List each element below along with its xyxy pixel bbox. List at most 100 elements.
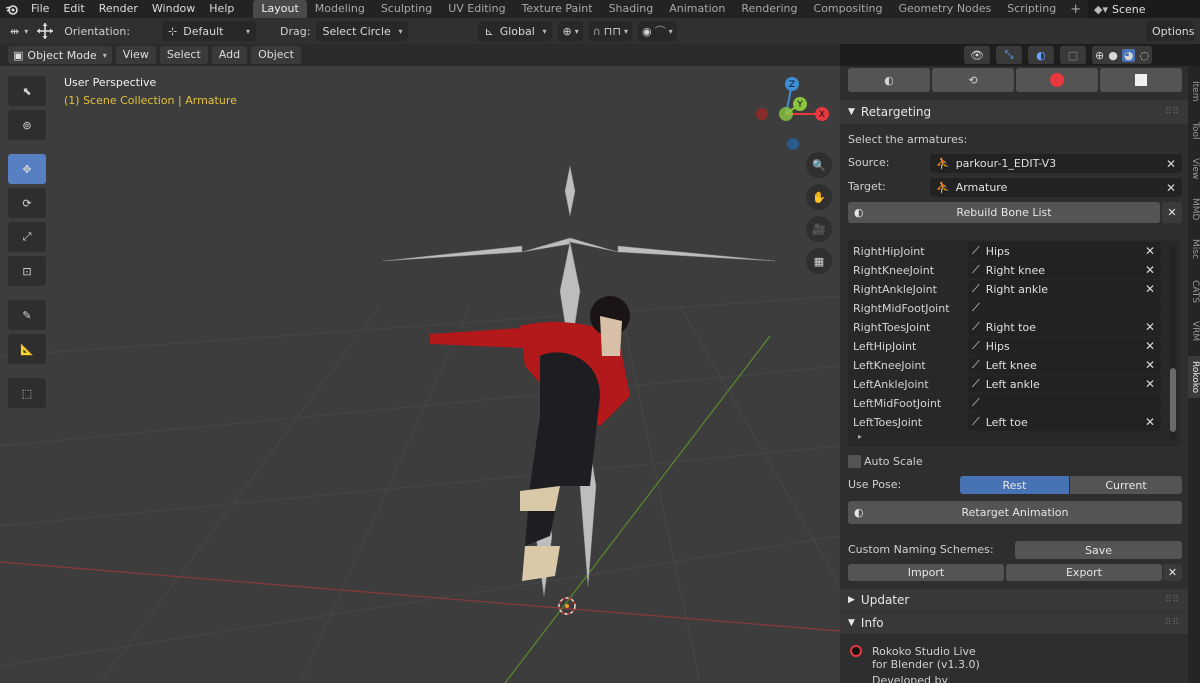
transform-tool-icon[interactable]: ⊡ bbox=[8, 256, 46, 286]
bone-target-field[interactable]: ⟋ bbox=[968, 394, 1161, 412]
menu-help[interactable]: Help bbox=[202, 0, 241, 18]
pose-current-option[interactable]: Current bbox=[1070, 476, 1182, 494]
bone-target-field[interactable]: ⟋ bbox=[968, 299, 1161, 317]
mode-dropdown[interactable]: ▣ Object Mode ▾ bbox=[8, 46, 112, 64]
blender-logo-icon[interactable] bbox=[0, 0, 24, 18]
scrollbar-thumb[interactable] bbox=[1170, 368, 1176, 432]
proportional-editing-controls[interactable]: ◉ ⌒ ▾ bbox=[637, 21, 677, 41]
transform-orientation-dropdown[interactable]: ⊾ Global ▾ bbox=[478, 21, 553, 41]
tab-geometry-nodes[interactable]: Geometry Nodes bbox=[890, 0, 999, 18]
tab-shading[interactable]: Shading bbox=[601, 0, 662, 18]
move-tool-icon[interactable] bbox=[32, 21, 58, 41]
rokoko-live-button[interactable]: ◐ bbox=[848, 68, 930, 92]
list-expand-icon[interactable]: ▸ bbox=[858, 432, 862, 441]
menu-select[interactable]: Select bbox=[159, 46, 208, 64]
info-section-header[interactable]: ▼ Info ⠿⠿ bbox=[840, 612, 1188, 634]
bone-list-scrollbar[interactable] bbox=[1170, 246, 1176, 440]
tab-modeling[interactable]: Modeling bbox=[307, 0, 373, 18]
drag-grip-icon[interactable]: ⠿⠿ bbox=[1165, 107, 1180, 117]
rendered-shading-icon[interactable]: ◌ bbox=[1139, 49, 1149, 62]
zoom-icon[interactable]: 🔍 bbox=[806, 152, 832, 178]
save-naming-button[interactable]: Save bbox=[1015, 541, 1182, 559]
camera-icon[interactable]: 🎥 bbox=[806, 216, 832, 242]
bone-target-field[interactable]: ⟋ Right knee ✕ bbox=[968, 261, 1161, 279]
bone-target-field[interactable]: ⟋ Right toe ✕ bbox=[968, 318, 1161, 336]
clear-bone-icon[interactable]: ✕ bbox=[1145, 358, 1155, 372]
tab-uv-editing[interactable]: UV Editing bbox=[440, 0, 513, 18]
menu-window[interactable]: Window bbox=[145, 0, 202, 18]
add-workspace-icon[interactable]: + bbox=[1064, 2, 1087, 17]
wireframe-shading-icon[interactable]: ⊕ bbox=[1095, 49, 1104, 62]
export-naming-button[interactable]: Export bbox=[1006, 564, 1162, 581]
bone-target-field[interactable]: ⟋ Left ankle ✕ bbox=[968, 375, 1161, 393]
overlay-toggle-icon[interactable]: ◐ bbox=[1028, 46, 1054, 64]
tab-scripting[interactable]: Scripting bbox=[999, 0, 1064, 18]
material-shading-icon[interactable]: ◕ bbox=[1121, 48, 1136, 62]
annotate-tool-icon[interactable]: ✎ bbox=[8, 300, 46, 330]
tab-compositing[interactable]: Compositing bbox=[806, 0, 891, 18]
retargeting-section-header[interactable]: ▼ Retargeting ⠿⠿ bbox=[840, 100, 1188, 124]
clear-bone-icon[interactable]: ✕ bbox=[1145, 263, 1155, 277]
tab-texture-paint[interactable]: Texture Paint bbox=[514, 0, 601, 18]
clear-bone-icon[interactable]: ✕ bbox=[1145, 415, 1155, 429]
snapping-controls[interactable]: ∩ ⊓⊓ ▾ bbox=[588, 21, 632, 41]
options-dropdown[interactable]: Options▾ bbox=[1146, 21, 1194, 41]
import-naming-button[interactable]: Import bbox=[848, 564, 1004, 581]
tool-preset-button[interactable]: ⇹ ▾ bbox=[6, 21, 32, 41]
cursor-tool-icon[interactable]: ⊚ bbox=[8, 110, 46, 140]
menu-render[interactable]: Render bbox=[92, 0, 145, 18]
drag-grip-icon[interactable]: ⠿⠿ bbox=[1165, 618, 1180, 628]
clear-bone-icon[interactable]: ✕ bbox=[1145, 244, 1155, 258]
sidebar-tab-mmd[interactable]: MMD bbox=[1188, 194, 1200, 224]
proportional-editing-icon[interactable]: ◉ bbox=[642, 25, 652, 38]
solid-shading-icon[interactable]: ● bbox=[1108, 49, 1118, 62]
measure-tool-icon[interactable]: 📐 bbox=[8, 334, 46, 364]
pose-rest-option[interactable]: Rest bbox=[960, 476, 1069, 494]
sidebar-tab-view[interactable]: View bbox=[1188, 154, 1200, 184]
clear-bone-icon[interactable]: ✕ bbox=[1145, 282, 1155, 296]
scale-tool-icon[interactable]: ⤢ bbox=[8, 222, 46, 252]
select-tool-icon[interactable]: ⬉ bbox=[8, 76, 46, 106]
clear-bone-icon[interactable]: ✕ bbox=[1145, 320, 1155, 334]
xray-icon[interactable]: ▢ bbox=[1060, 46, 1086, 64]
menu-view[interactable]: View bbox=[115, 46, 156, 64]
auto-scale-checkbox[interactable] bbox=[848, 455, 861, 468]
sidebar-tab-tool[interactable]: Tool bbox=[1188, 116, 1200, 146]
record-button[interactable] bbox=[1016, 68, 1098, 92]
updater-section-header[interactable]: ▶ Updater ⠿⠿ bbox=[840, 589, 1188, 611]
bone-target-field[interactable]: ⟋ Left toe ✕ bbox=[968, 413, 1161, 431]
character-model[interactable] bbox=[430, 296, 630, 581]
sidebar-tab-item[interactable]: Item bbox=[1188, 74, 1200, 108]
tab-animation[interactable]: Animation bbox=[661, 0, 733, 18]
drag-dropdown[interactable]: Select Circle ▾ bbox=[316, 21, 409, 41]
stop-button[interactable] bbox=[1100, 68, 1182, 92]
pan-hand-icon[interactable]: ✋ bbox=[806, 184, 832, 210]
clear-target-icon[interactable]: ✕ bbox=[1166, 181, 1176, 195]
menu-add[interactable]: Add bbox=[211, 46, 248, 64]
grid-projection-icon[interactable]: ▦ bbox=[806, 248, 832, 274]
tab-sculpting[interactable]: Sculpting bbox=[373, 0, 440, 18]
orientation-dropdown[interactable]: ⊹ Default ▾ bbox=[162, 21, 257, 41]
bone-target-field[interactable]: ⟋ Hips ✕ bbox=[968, 337, 1161, 355]
retarget-animation-button[interactable]: ◐ Retarget Animation bbox=[848, 501, 1182, 524]
falloff-curve-icon[interactable]: ⌒ bbox=[655, 23, 666, 39]
target-armature-field[interactable]: ⛹ Armature ✕ bbox=[930, 178, 1182, 197]
navigation-gizmo[interactable]: Z X Y bbox=[756, 77, 829, 150]
sidebar-tab-misc[interactable]: Misc bbox=[1188, 234, 1200, 264]
refresh-button[interactable]: ⟲ bbox=[932, 68, 1014, 92]
source-armature-field[interactable]: ⛹ parkour-1_EDIT-V3 ✕ bbox=[930, 154, 1182, 173]
rotate-tool-icon[interactable]: ⟳ bbox=[8, 188, 46, 218]
bone-target-field[interactable]: ⟋ Right ankle ✕ bbox=[968, 280, 1161, 298]
tab-layout[interactable]: Layout bbox=[253, 0, 307, 18]
bone-target-field[interactable]: ⟋ Hips ✕ bbox=[968, 242, 1161, 260]
gizmo-toggle-icon[interactable]: ⤡ bbox=[996, 46, 1022, 64]
snap-increment-icon[interactable]: ⊓⊓ bbox=[604, 25, 621, 38]
move-tool-button[interactable]: ✥ bbox=[8, 154, 46, 184]
snap-magnet-icon[interactable]: ∩ bbox=[593, 25, 601, 38]
menu-edit[interactable]: Edit bbox=[56, 0, 91, 18]
tab-rendering[interactable]: Rendering bbox=[733, 0, 805, 18]
clear-bone-list-button[interactable]: ✕ bbox=[1162, 202, 1182, 223]
rebuild-bone-list-button[interactable]: ◐ Rebuild Bone List bbox=[848, 202, 1160, 223]
visibility-eye-icon[interactable]: 👁 bbox=[964, 46, 990, 64]
pivot-point-dropdown[interactable]: ⊕ ▾ bbox=[558, 21, 583, 41]
